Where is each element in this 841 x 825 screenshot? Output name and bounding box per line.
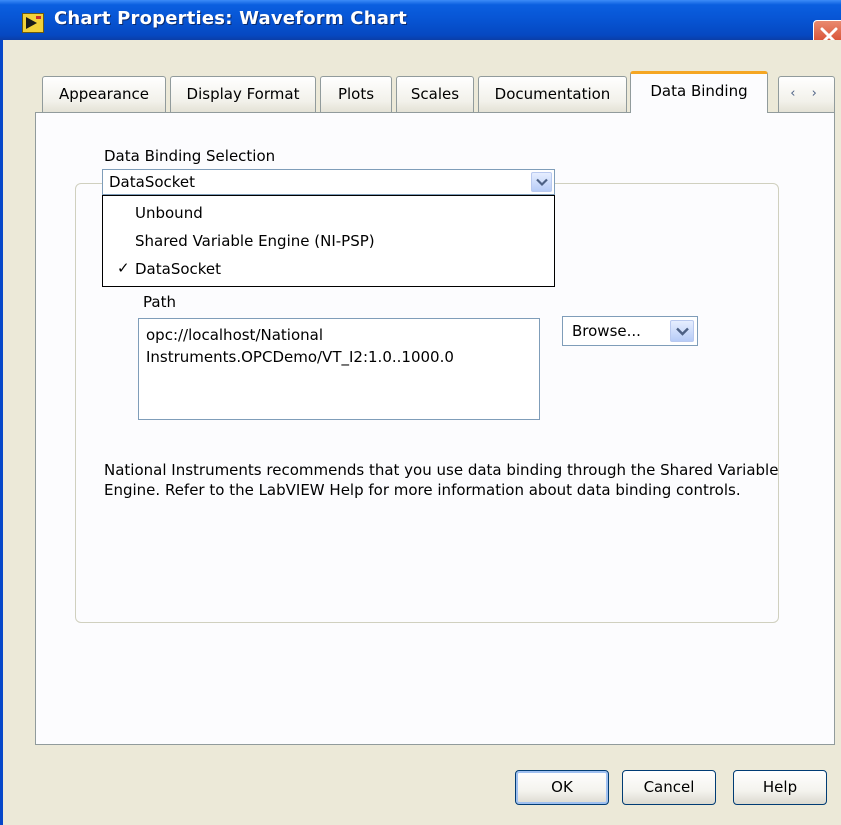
tab-scroll-arrows[interactable]: ‹ › [778,76,835,112]
check-mark-icon: ✓ [117,259,130,277]
tab-scales[interactable]: Scales [396,76,474,112]
help-button[interactable]: Help [733,770,827,805]
binding-note-text: National Instruments recommends that you… [104,461,779,499]
browse-label: Browse... [572,322,641,340]
tab-display-format[interactable]: Display Format [170,76,316,112]
path-field[interactable]: opc://localhost/National Instruments.OPC… [138,318,540,420]
path-label: Path [143,293,176,311]
window-title: Chart Properties: Waveform Chart [54,8,407,29]
option-unbound[interactable]: Unbound [103,199,554,227]
data-binding-select[interactable]: DataSocket [102,169,555,195]
ok-button[interactable]: OK [515,770,609,805]
tab-data-binding[interactable]: Data Binding [630,71,768,113]
chevron-down-icon[interactable] [670,320,694,342]
tab-appearance[interactable]: Appearance [42,76,166,112]
labview-app-icon [22,13,44,33]
data-binding-selected-value: DataSocket [109,173,196,191]
data-binding-selection-label: Data Binding Selection [104,147,276,165]
tab-documentation[interactable]: Documentation [478,76,627,112]
option-shared-variable-engine[interactable]: Shared Variable Engine (NI-PSP) [103,227,554,255]
cancel-button[interactable]: Cancel [622,770,716,805]
browse-button[interactable]: Browse... [562,316,698,346]
tab-plots[interactable]: Plots [320,76,392,112]
title-bar[interactable]: Chart Properties: Waveform Chart [0,0,841,52]
data-binding-dropdown-list: Unbound Shared Variable Engine (NI-PSP) … [102,195,555,287]
chevron-down-icon[interactable] [531,172,552,192]
option-datasocket[interactable]: ✓ DataSocket [103,255,554,283]
